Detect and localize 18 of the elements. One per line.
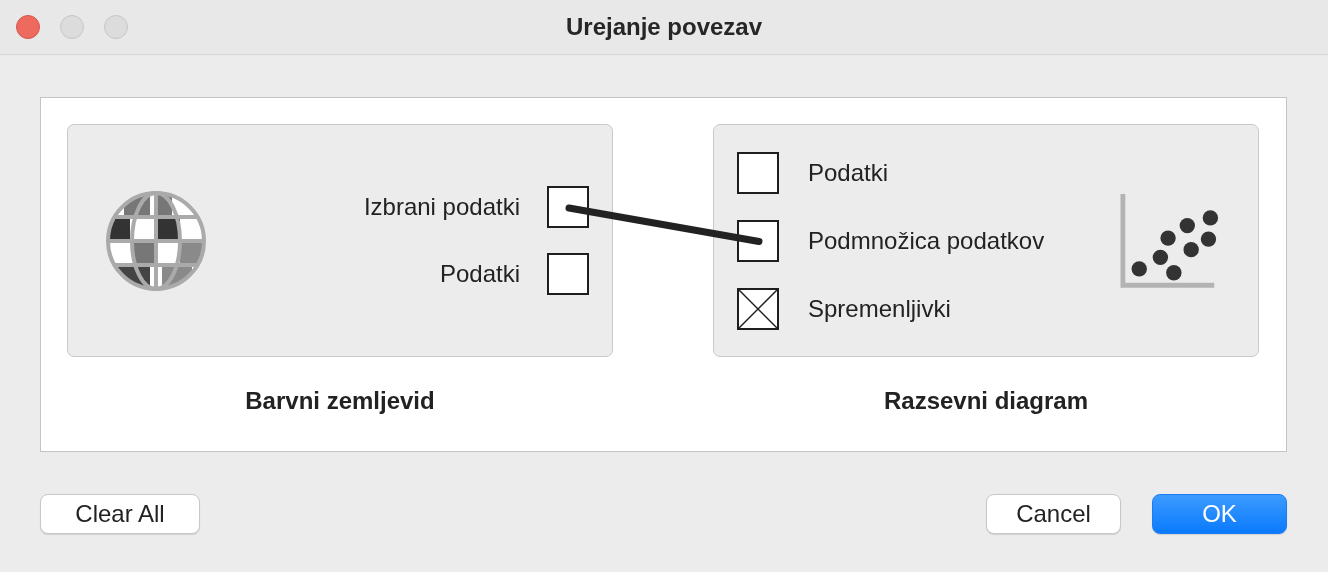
window-title: Urejanje povezav	[565, 13, 763, 40]
cancel-button[interactable]: Cancel	[986, 494, 1121, 534]
input-label: Spremenljivki	[808, 294, 951, 323]
input-label: Podatki	[808, 158, 889, 187]
input-channel-box[interactable]	[737, 151, 779, 194]
widget-name: Barvni zemljevid	[244, 387, 436, 415]
clear-all-button[interactable]: Clear All	[40, 494, 200, 534]
output-channel-box[interactable]	[547, 186, 589, 228]
scatter-plot-icon	[1120, 191, 1220, 290]
input-label: Podmnožica podatkov	[808, 226, 1045, 255]
output-channel-box[interactable]	[547, 253, 589, 295]
link-line[interactable]	[565, 204, 763, 245]
input-channel-box[interactable]	[737, 219, 779, 262]
output-label: Izbrani podatki	[363, 193, 520, 221]
widget-name: Razsevni diagram	[882, 387, 1090, 415]
close-button[interactable]	[16, 15, 40, 39]
output-label: Podatki	[439, 260, 520, 288]
globe-icon	[104, 188, 208, 293]
